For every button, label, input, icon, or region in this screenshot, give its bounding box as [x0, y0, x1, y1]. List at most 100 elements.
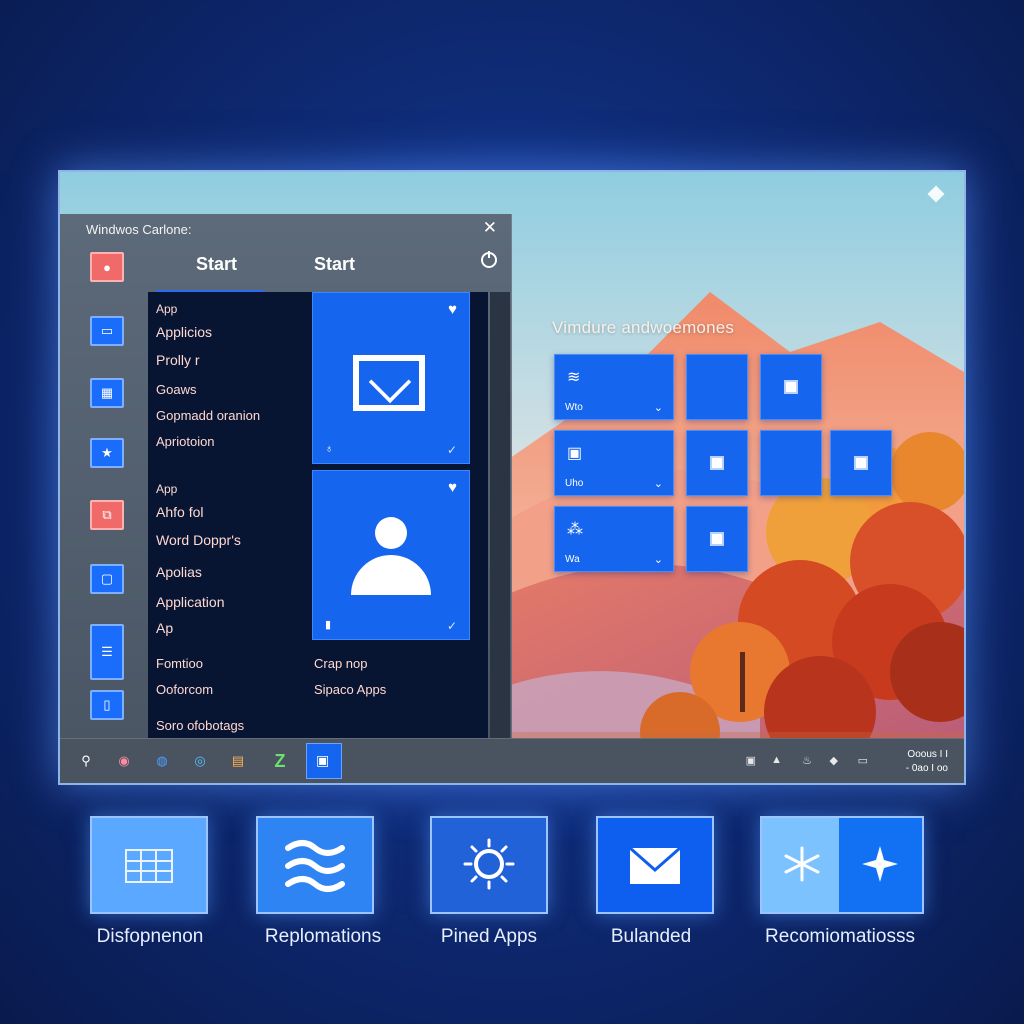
monitor-icon[interactable]: ▭ — [90, 316, 124, 346]
list-item[interactable]: Sipaco Apps — [314, 682, 386, 697]
device-icon: ▣ — [567, 445, 583, 462]
feature-tile-disfopnenon[interactable] — [90, 816, 208, 914]
widget-tile-label: Wa — [565, 554, 580, 565]
people-tile[interactable]: ♥ ▮ ✓ — [312, 470, 470, 640]
widgets-title: Vimdure andwoemones — [552, 318, 735, 337]
tab-start-secondary[interactable]: Start — [314, 254, 355, 275]
tab-start[interactable]: Start — [196, 254, 237, 275]
feature-label: Bulanded — [610, 926, 692, 947]
edge-icon[interactable]: ◎ — [190, 751, 210, 771]
waves-icon — [285, 840, 345, 892]
hand-icon: ♁ — [325, 443, 334, 455]
network-icon: ⁂ — [567, 521, 583, 538]
apps-icon[interactable]: ⧉ — [90, 500, 124, 530]
list-item[interactable]: Apriotoion — [156, 434, 215, 449]
start-menu: Windwos Carlone: ✕ Start Start ● ▭ ▦ ★ ⧉… — [60, 214, 512, 742]
close-icon[interactable]: ✕ — [483, 218, 497, 238]
chevron-down-icon[interactable]: ⌄ — [654, 553, 663, 566]
widget-tile-device[interactable]: ▣ Uho ⌄ — [554, 430, 674, 496]
snowflake-icon — [784, 846, 898, 882]
chevron-down-icon[interactable]: ⌄ — [654, 477, 663, 490]
widget-tile[interactable] — [686, 354, 748, 420]
check-icon[interactable]: ✓ — [447, 619, 457, 633]
widget-tile-label: Wto — [565, 402, 583, 413]
list-item[interactable]: App — [156, 302, 177, 316]
taskbar: ⚲ ◉ ◍ ◎ ▤ Z ▣ ▣ ▲ ♨ ◆ ▭ Ooous I I - 0ao … — [60, 738, 964, 783]
list-item[interactable]: App — [156, 482, 177, 496]
feature-label: Pined Apps — [440, 926, 538, 947]
feature-label: Replomations — [264, 926, 382, 947]
grid-icon — [125, 849, 173, 883]
feature-label: Disfopnenon — [96, 926, 204, 947]
browser-icon[interactable]: ◍ — [152, 751, 172, 771]
list-item[interactable]: Ooforcom — [156, 682, 213, 697]
clock[interactable]: Ooous I I - 0ao I oo — [906, 748, 948, 776]
clock-time: Ooous I I — [907, 749, 948, 760]
chevron-down-icon[interactable]: ⌄ — [654, 401, 663, 414]
square-icon — [710, 532, 724, 546]
square-icon — [710, 456, 724, 470]
list-item[interactable]: Word Doppr's — [156, 532, 241, 548]
display-icon[interactable]: ▢ — [90, 564, 124, 594]
list-icon[interactable]: ☰ — [90, 624, 124, 680]
square-icon: ▮ — [325, 619, 332, 631]
grid-icon[interactable]: ▦ — [90, 378, 124, 408]
widget-tile[interactable] — [760, 430, 822, 496]
feature-tile-bulanded[interactable] — [596, 816, 714, 914]
heart-icon[interactable]: ♥ — [448, 479, 457, 496]
clock-date: - 0ao I oo — [905, 763, 948, 774]
widget-tile-label: Uho — [565, 478, 584, 489]
square-icon — [784, 380, 798, 394]
list-item[interactable]: Apolias — [156, 564, 202, 580]
person-icon — [351, 517, 431, 597]
widget-tile[interactable] — [686, 506, 748, 572]
feature-label: Recomiomatiosss — [765, 926, 915, 947]
list-item[interactable]: Ap — [156, 620, 173, 636]
sun-icon — [463, 838, 515, 890]
app-list: App Applicios Prolly r Goaws Gopmadd ora… — [148, 292, 310, 740]
feature-tile-replomations[interactable] — [256, 816, 374, 914]
list-item[interactable]: Ahfo fol — [156, 504, 203, 520]
desktop-window: Vimdure andwoemones ≋ Wto ⌄ ▣ Uho ⌄ ⁂ Wa… — [58, 170, 966, 785]
list-item[interactable]: Gopmadd oranion — [156, 408, 260, 423]
tray-battery-icon[interactable]: ▭ — [858, 754, 868, 767]
widget-tile-wifi[interactable]: ≋ Wto ⌄ — [554, 354, 674, 420]
list-item[interactable]: Application — [156, 594, 225, 610]
check-icon[interactable]: ✓ — [447, 443, 457, 457]
widget-tile-network[interactable]: ⁂ Wa ⌄ — [554, 506, 674, 572]
record-icon[interactable]: ● — [90, 252, 124, 282]
tray-network-icon[interactable]: ◆ — [830, 754, 838, 767]
store-icon[interactable]: ▤ — [228, 751, 248, 771]
star-icon[interactable]: ★ — [90, 438, 124, 468]
app-list-header-bar — [156, 290, 264, 292]
widget-tile[interactable] — [686, 430, 748, 496]
list-item[interactable]: Prolly r — [156, 352, 200, 368]
start-icon[interactable]: ⚲ — [76, 751, 96, 771]
tablet-icon[interactable]: ▯ — [90, 690, 124, 720]
mail-tile[interactable]: ♥ ♁ ✓ — [312, 292, 470, 464]
scrollbar[interactable] — [490, 292, 510, 740]
mail-icon — [629, 846, 681, 884]
start-menu-header: Windwos Carlone: — [86, 222, 192, 237]
active-app-button[interactable]: ▣ — [306, 743, 342, 779]
wifi-icon: ≋ — [567, 369, 581, 386]
list-item[interactable]: Fomtioo — [156, 656, 203, 671]
square-icon — [854, 456, 868, 470]
list-item[interactable]: Crap nop — [314, 656, 367, 671]
record-icon[interactable]: ◉ — [114, 751, 134, 771]
tray-window-icon[interactable]: ▣ — [746, 754, 756, 767]
widget-tile[interactable] — [760, 354, 822, 420]
power-icon[interactable] — [481, 251, 497, 268]
pinned-tiles-panel: ♥ ♁ ✓ ♥ ▮ ✓ Crap nop Sipaco Apps — [310, 292, 488, 740]
list-item[interactable]: Goaws — [156, 382, 196, 397]
mail-icon — [353, 355, 425, 411]
z-app-icon[interactable]: Z — [270, 751, 290, 771]
heart-icon[interactable]: ♥ — [448, 301, 457, 318]
list-item[interactable]: Applicios — [156, 324, 212, 340]
tray-up-icon[interactable]: ▲ — [771, 754, 782, 766]
feature-tile-pined-apps[interactable] — [430, 816, 548, 914]
list-item[interactable]: Soro ofobotags — [156, 718, 244, 733]
tray-volume-icon[interactable]: ♨ — [802, 754, 812, 767]
feature-tile-recomiomatiosss[interactable] — [760, 816, 924, 914]
widget-tile[interactable] — [830, 430, 892, 496]
